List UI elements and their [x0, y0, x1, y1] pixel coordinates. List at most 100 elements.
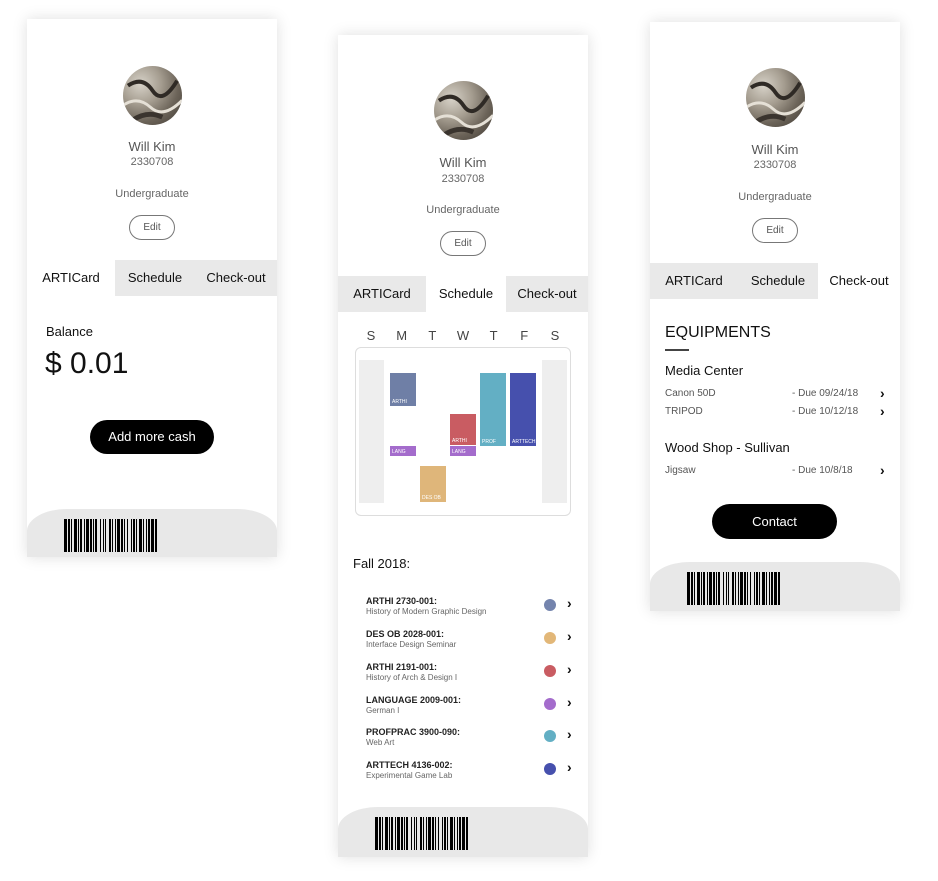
item-name: Jigsaw — [665, 465, 696, 476]
profile-name: Will Kim — [439, 155, 487, 170]
calendar-event[interactable]: LANG — [450, 446, 476, 456]
tab-bar: ARTICard Schedule Check-out — [27, 260, 277, 296]
course-item[interactable]: ARTHI 2191-001: History of Arch & Design… — [366, 661, 576, 692]
chevron-right-icon: › — [567, 759, 572, 775]
profile-name: Will Kim — [128, 139, 176, 154]
course-code: LANGUAGE 2009-001: — [366, 695, 462, 705]
item-due-date: - Due 10/8/18 — [792, 465, 853, 476]
tab-schedule[interactable]: Schedule — [115, 260, 195, 296]
balance-label: Balance — [46, 324, 93, 339]
barcode-icon — [375, 817, 468, 850]
calendar-event[interactable]: ARTTECH — [510, 373, 536, 446]
sunday-column — [359, 360, 384, 503]
saturday-column — [542, 360, 567, 503]
chevron-right-icon: › — [567, 694, 572, 710]
tab-checkout[interactable]: Check-out — [818, 263, 900, 299]
course-color-dot — [544, 599, 556, 611]
course-item[interactable]: PROFPRAC 3900-090: Web Art › — [366, 726, 576, 757]
course-item[interactable]: LANGUAGE 2009-001: German I › — [366, 694, 576, 725]
heading-underline — [665, 349, 689, 351]
checkout-screen: Will Kim 2330708 Undergraduate Edit ARTI… — [650, 22, 900, 611]
balance-value: $ 0.01 — [45, 347, 129, 380]
item-name: TRIPOD — [665, 406, 703, 417]
course-item[interactable]: ARTTECH 4136-002: Experimental Game Lab … — [366, 759, 576, 790]
course-color-dot — [544, 763, 556, 775]
profile-level: Undergraduate — [426, 204, 500, 216]
tab-checkout[interactable]: Check-out — [506, 276, 588, 312]
course-color-dot — [544, 730, 556, 742]
edit-button[interactable]: Edit — [440, 231, 486, 256]
tab-schedule[interactable]: Schedule — [738, 263, 818, 299]
weekday-mon: M — [396, 328, 408, 343]
edit-button[interactable]: Edit — [752, 218, 798, 243]
course-color-dot — [544, 698, 556, 710]
course-title: History of Arch & Design I — [366, 673, 458, 682]
calendar-event[interactable]: LANG — [390, 446, 416, 456]
tab-schedule[interactable]: Schedule — [426, 276, 506, 312]
tab-bar: ARTICard Schedule Check-out — [338, 276, 588, 312]
item-name: Canon 50D — [665, 388, 716, 399]
item-due-date: - Due 09/24/18 — [792, 388, 859, 399]
item-due-date: - Due 10/12/18 — [792, 406, 859, 417]
tab-articard[interactable]: ARTICard — [338, 276, 426, 312]
equipments-heading: EQUIPMENTS — [665, 324, 771, 341]
course-code: ARTHI 2730-001: — [366, 596, 438, 606]
chevron-right-icon: › — [880, 462, 885, 478]
tab-checkout[interactable]: Check-out — [195, 260, 277, 296]
course-code: DES OB 2028-001: — [366, 629, 445, 639]
chevron-right-icon: › — [567, 628, 572, 644]
chevron-right-icon: › — [567, 661, 572, 677]
profile-name: Will Kim — [751, 142, 799, 157]
barcode-area — [27, 509, 277, 557]
profile-level: Undergraduate — [738, 191, 812, 203]
course-title: History of Modern Graphic Design — [366, 607, 487, 616]
weekday-sat: S — [550, 328, 560, 343]
checkout-item[interactable]: TRIPOD - Due 10/12/18 › — [665, 403, 890, 420]
calendar-event[interactable]: ARTHI — [390, 373, 416, 406]
profile-id: 2330708 — [130, 156, 174, 168]
barcode-icon — [687, 572, 780, 605]
weekday-fri: F — [520, 328, 529, 343]
course-item[interactable]: ARTHI 2730-001: History of Modern Graphi… — [366, 595, 576, 626]
contact-button[interactable]: Contact — [712, 504, 837, 539]
tab-articard[interactable]: ARTICard — [650, 263, 738, 299]
tab-bar: ARTICard Schedule Check-out — [650, 263, 900, 299]
term-heading: Fall 2018: — [353, 556, 411, 571]
chevron-right-icon: › — [880, 403, 885, 419]
articard-screen: Will Kim 2330708 Undergraduate Edit ARTI… — [27, 19, 277, 557]
calendar-event[interactable]: DES OB — [420, 466, 446, 502]
course-item[interactable]: DES OB 2028-001: Interface Design Semina… — [366, 628, 576, 659]
section-title: Media Center — [665, 363, 744, 378]
checkout-item[interactable]: Jigsaw - Due 10/8/18 › — [665, 462, 890, 479]
course-title: Web Art — [366, 738, 395, 747]
avatar — [123, 66, 182, 125]
weekday-wed: W — [456, 328, 470, 343]
tab-articard[interactable]: ARTICard — [27, 260, 115, 296]
course-code: ARTTECH 4136-002: — [366, 760, 453, 770]
checkout-item[interactable]: Canon 50D - Due 09/24/18 › — [665, 385, 890, 402]
barcode-area — [338, 807, 588, 857]
barcode-icon — [64, 519, 157, 552]
avatar — [434, 81, 493, 140]
week-calendar: ARTHI LANG DES OB LANG ARTHI PROF ARTTEC… — [355, 347, 571, 516]
avatar — [746, 68, 805, 127]
edit-button[interactable]: Edit — [129, 215, 175, 240]
weekday-thu: T — [489, 328, 498, 343]
barcode-area — [650, 562, 900, 611]
chevron-right-icon: › — [567, 726, 572, 742]
course-code: ARTHI 2191-001: — [366, 662, 438, 672]
calendar-event[interactable]: PROF — [480, 373, 506, 446]
calendar-event[interactable]: ARTHI — [450, 414, 476, 445]
course-title: German I — [366, 706, 400, 715]
weekday-sun: S — [366, 328, 376, 343]
profile-level: Undergraduate — [115, 188, 189, 200]
course-color-dot — [544, 632, 556, 644]
weekday-header: S M T W T F S — [356, 328, 570, 343]
course-code: PROFPRAC 3900-090: — [366, 727, 461, 737]
chevron-right-icon: › — [880, 385, 885, 401]
course-title: Interface Design Seminar — [366, 640, 457, 649]
add-cash-button[interactable]: Add more cash — [90, 420, 214, 454]
schedule-screen: Will Kim 2330708 Undergraduate Edit ARTI… — [338, 35, 588, 857]
course-title: Experimental Game Lab — [366, 771, 453, 780]
profile-id: 2330708 — [753, 159, 797, 171]
